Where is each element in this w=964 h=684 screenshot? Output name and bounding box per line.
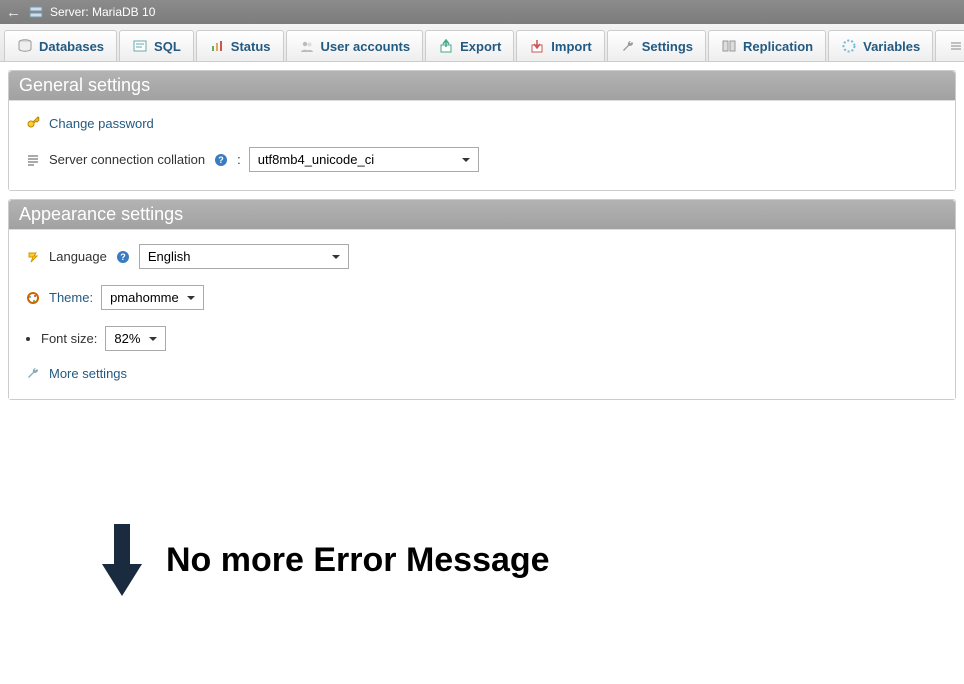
tab-variables[interactable]: Variables — [828, 30, 933, 61]
key-icon — [25, 115, 41, 131]
status-icon — [209, 38, 225, 54]
breadcrumb: ← Server: MariaDB 10 — [0, 0, 964, 24]
tab-label: User accounts — [321, 39, 411, 54]
collation-select[interactable]: utf8mb4_unicode_ci — [249, 147, 479, 172]
language-select[interactable]: English — [139, 244, 349, 269]
tab-label: SQL — [154, 39, 181, 54]
import-icon — [529, 38, 545, 54]
variables-icon — [841, 38, 857, 54]
tab-settings[interactable]: Settings — [607, 30, 706, 61]
collation-label: Server connection collation — [49, 152, 205, 167]
charsets-icon — [948, 38, 964, 54]
tab-label: Settings — [642, 39, 693, 54]
annotation-overlay: No more Error Message — [100, 520, 550, 600]
help-icon[interactable]: ? — [213, 152, 229, 168]
tab-sql[interactable]: SQL — [119, 30, 194, 61]
annotation-text: No more Error Message — [166, 541, 550, 580]
tab-label: Variables — [863, 39, 920, 54]
tab-databases[interactable]: Databases — [4, 30, 117, 61]
tab-bar: Databases SQL Status User accounts Expor… — [0, 24, 964, 62]
panel-appearance-settings: Appearance settings Language ? English T… — [8, 199, 956, 400]
colon: : — [237, 152, 241, 167]
language-label: Language — [49, 249, 107, 264]
theme-icon — [25, 290, 41, 306]
tab-label: Databases — [39, 39, 104, 54]
wrench-icon — [25, 365, 41, 381]
tab-import[interactable]: Import — [516, 30, 604, 61]
help-icon[interactable]: ? — [115, 249, 131, 265]
database-icon — [17, 38, 33, 54]
fontsize-label: Font size: — [41, 331, 97, 346]
down-arrow-icon — [100, 520, 144, 600]
tab-label: Replication — [743, 39, 813, 54]
tab-replication[interactable]: Replication — [708, 30, 826, 61]
change-password-link[interactable]: Change password — [49, 116, 154, 131]
tab-label: Status — [231, 39, 271, 54]
tab-charsets[interactable]: C — [935, 30, 964, 61]
fontsize-select[interactable]: 82% — [105, 326, 166, 351]
theme-select[interactable]: pmahomme — [101, 285, 204, 310]
panel-title: Appearance settings — [9, 200, 955, 229]
wrench-icon — [620, 38, 636, 54]
users-icon — [299, 38, 315, 54]
tab-status[interactable]: Status — [196, 30, 284, 61]
tab-label: Import — [551, 39, 591, 54]
tab-user-accounts[interactable]: User accounts — [286, 30, 424, 61]
sql-icon — [132, 38, 148, 54]
tab-label: Export — [460, 39, 501, 54]
svg-text:?: ? — [218, 155, 224, 165]
tab-export[interactable]: Export — [425, 30, 514, 61]
panel-general-settings: General settings Change password Server … — [8, 70, 956, 191]
svg-text:?: ? — [120, 252, 126, 262]
server-icon — [28, 4, 44, 20]
export-icon — [438, 38, 454, 54]
more-settings-link[interactable]: More settings — [49, 366, 127, 381]
collation-icon — [25, 152, 41, 168]
panel-title: General settings — [9, 71, 955, 100]
theme-label[interactable]: Theme: — [49, 290, 93, 305]
breadcrumb-server-label: Server: MariaDB 10 — [50, 5, 155, 19]
replication-icon — [721, 38, 737, 54]
back-button[interactable]: ← — [6, 4, 22, 21]
language-icon — [25, 249, 41, 265]
